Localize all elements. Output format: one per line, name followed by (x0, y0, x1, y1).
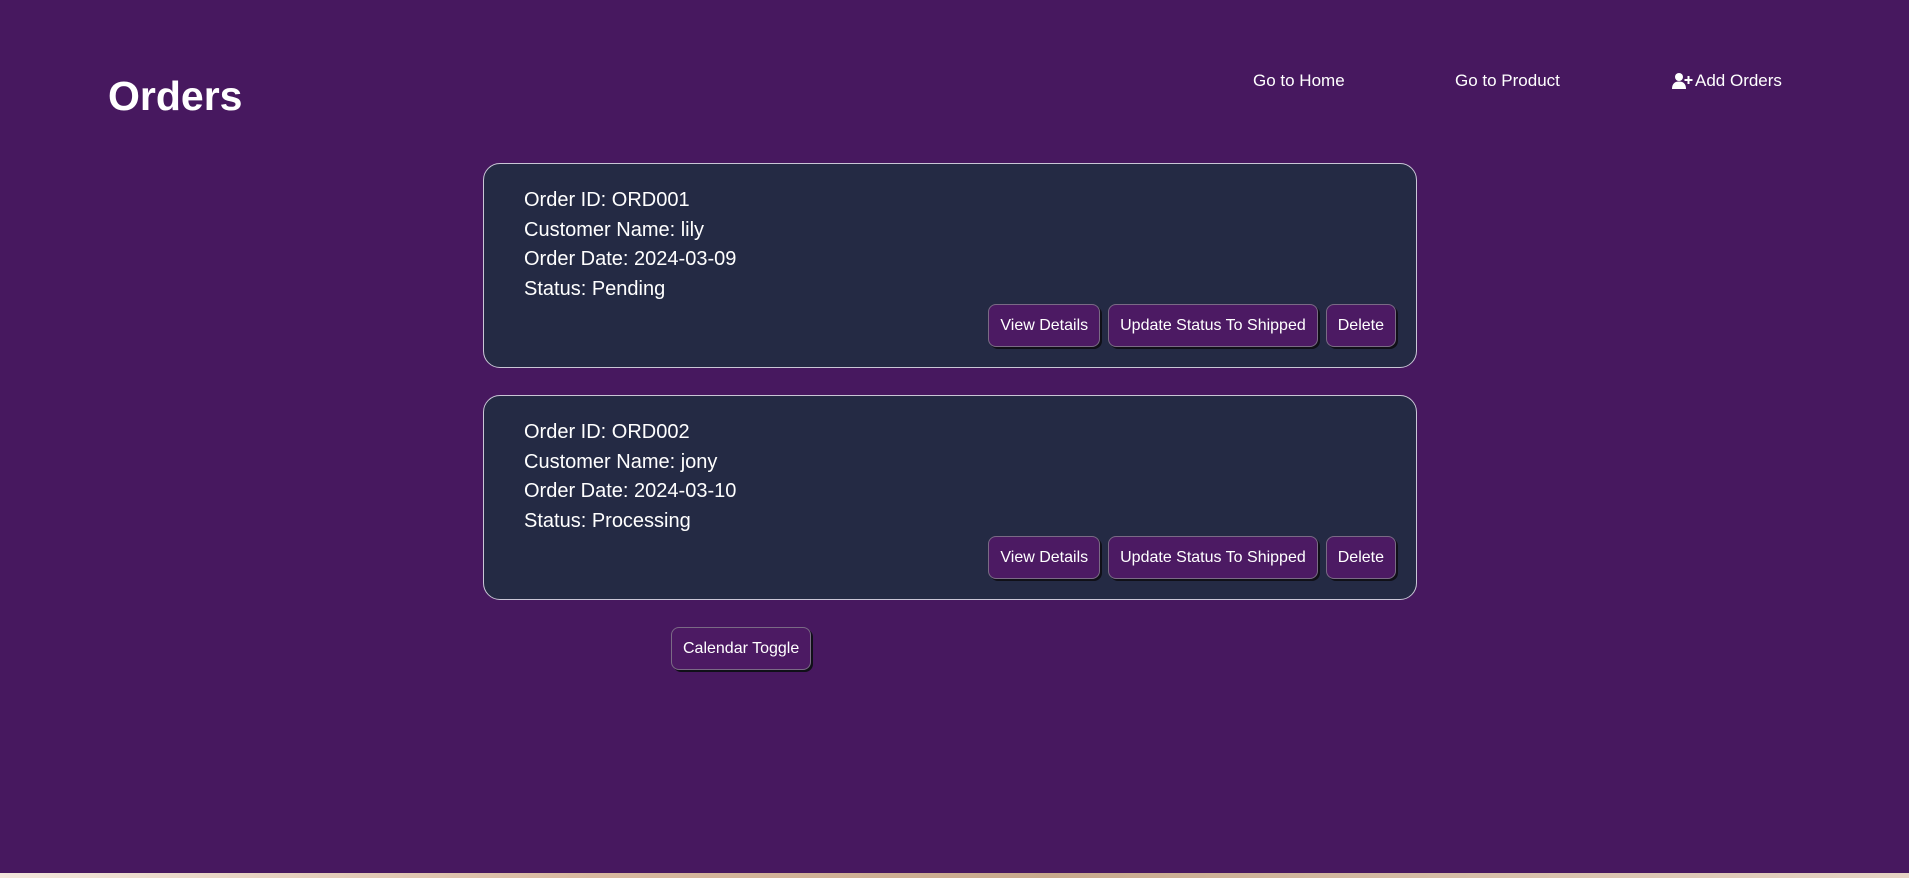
nav-add-orders-label: Add Orders (1695, 71, 1782, 90)
view-details-button[interactable]: View Details (988, 536, 1101, 579)
order-date: Order Date: 2024-03-10 (524, 480, 737, 502)
order-status: Status: Processing (524, 509, 691, 532)
nav-go-to-product[interactable]: Go to Product (1455, 70, 1560, 92)
calendar-toggle-button[interactable]: Calendar Toggle (671, 627, 812, 670)
order-info: Order ID: ORD002 Customer Name: jony Ord… (524, 418, 736, 536)
order-id: Order ID: ORD002 (524, 421, 690, 443)
order-actions: View Details Update Status To Shipped De… (988, 304, 1396, 347)
delete-button[interactable]: Delete (1325, 304, 1396, 347)
nav-add-orders[interactable]: Add Orders (1672, 70, 1782, 92)
delete-button[interactable]: Delete (1325, 536, 1396, 579)
user-plus-icon (1672, 72, 1693, 90)
update-status-button[interactable]: Update Status To Shipped (1108, 536, 1318, 579)
page-title: Orders (108, 73, 243, 119)
view-details-button[interactable]: View Details (988, 304, 1101, 347)
order-info: Order ID: ORD001 Customer Name: lily Ord… (524, 186, 736, 304)
order-actions: View Details Update Status To Shipped De… (988, 536, 1396, 579)
customer-name: Customer Name: lily (524, 218, 705, 241)
update-status-button[interactable]: Update Status To Shipped (1108, 304, 1318, 347)
top-nav: Go to Home Go to Product Add Orders (1180, 70, 1820, 92)
bottom-edge-strip (0, 873, 1909, 878)
order-card: Order ID: ORD001 Customer Name: lily Ord… (483, 163, 1417, 368)
order-date: Order Date: 2024-03-09 (524, 248, 737, 270)
nav-go-to-home[interactable]: Go to Home (1253, 70, 1345, 92)
order-id: Order ID: ORD001 (524, 189, 690, 211)
order-card: Order ID: ORD002 Customer Name: jony Ord… (483, 395, 1417, 600)
order-status: Status: Pending (524, 277, 666, 300)
customer-name: Customer Name: jony (524, 450, 718, 473)
